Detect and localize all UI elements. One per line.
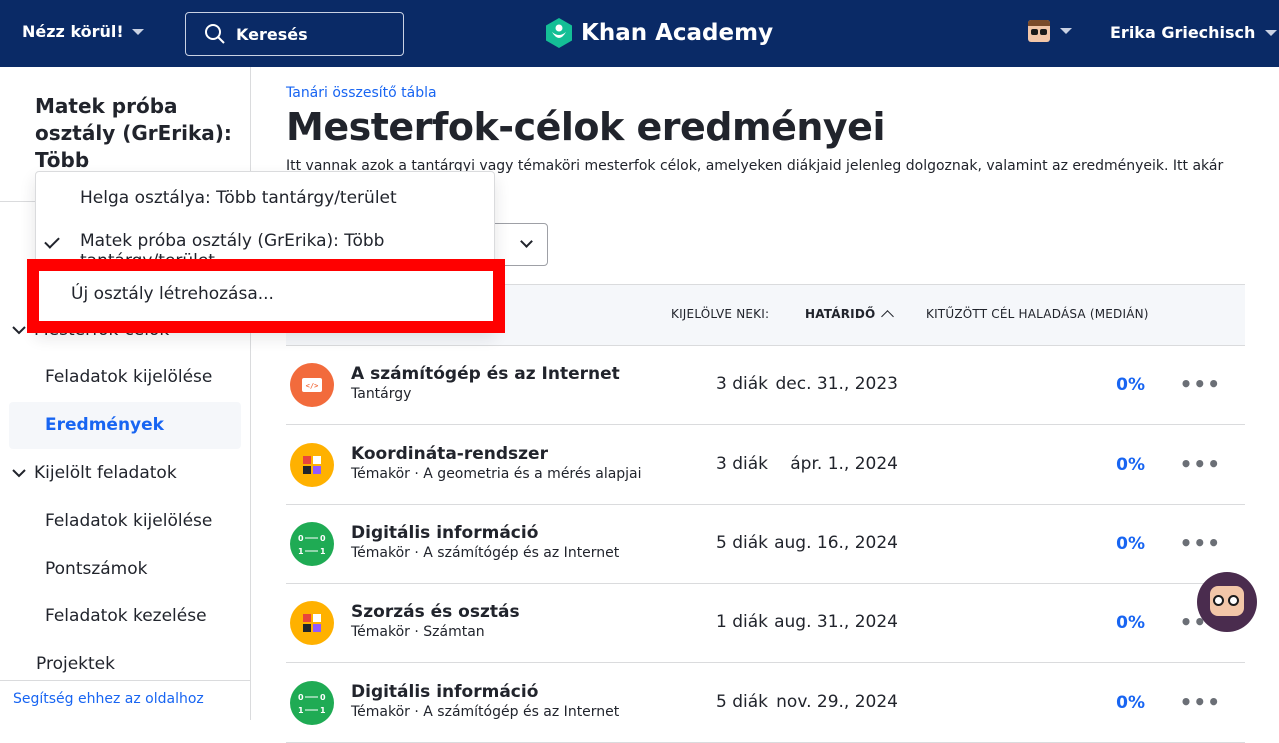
svg-text:</>: </> bbox=[306, 382, 319, 390]
sidebar-item-label: Projektek bbox=[36, 654, 115, 674]
sidebar-item-manage[interactable]: Feladatok kezelése bbox=[45, 606, 207, 626]
more-options-icon[interactable]: ••• bbox=[1180, 452, 1221, 476]
row-due-date: nov. 29., 2024 bbox=[776, 692, 898, 712]
table-row[interactable]: </> A számítógép és az Internet Tantárgy… bbox=[286, 346, 1245, 425]
svg-text:1: 1 bbox=[298, 706, 304, 715]
search-icon bbox=[205, 24, 225, 44]
sidebar-item-results[interactable]: Eredmények bbox=[45, 415, 164, 435]
svg-text:0: 0 bbox=[320, 534, 326, 543]
help-avatar-button[interactable] bbox=[1197, 572, 1257, 632]
row-due-date: dec. 31., 2023 bbox=[775, 374, 898, 394]
sidebar-item-assigned-assign[interactable]: Feladatok kijelölése bbox=[45, 511, 212, 531]
row-due-date: aug. 31., 2024 bbox=[774, 612, 898, 632]
breadcrumb[interactable]: Tanári összesítő tábla bbox=[286, 85, 437, 101]
row-student-count: 3 diák bbox=[716, 454, 768, 474]
avatar bbox=[1028, 20, 1050, 42]
sidebar: Matek próba osztály (GrErika): Több tant… bbox=[0, 67, 251, 720]
column-header-progress: KITŰZÖTT CÉL HALADÁSA (MEDIÁN) bbox=[926, 307, 1149, 321]
row-progress[interactable]: 0% bbox=[1116, 375, 1145, 395]
chevron-down-icon bbox=[131, 28, 144, 35]
binary-icon: 0 0 1 1 bbox=[290, 522, 334, 566]
binary-icon: 0 0 1 1 bbox=[290, 681, 334, 725]
math-operations-icon bbox=[290, 443, 334, 487]
avatar-face-icon bbox=[1210, 586, 1244, 616]
table-row[interactable]: 0 0 1 1 Digitális információ Témakör · A sz… bbox=[286, 664, 1245, 743]
row-student-count: 3 diák bbox=[716, 374, 768, 394]
chevron-down-icon bbox=[520, 235, 533, 248]
row-title[interactable]: Digitális információ bbox=[351, 682, 538, 702]
column-header-label: HATÁRIDŐ bbox=[805, 307, 876, 321]
sidebar-item-scores[interactable]: Pontszámok bbox=[45, 559, 148, 579]
explore-menu[interactable]: Nézz körül! bbox=[22, 22, 144, 41]
row-progress[interactable]: 0% bbox=[1116, 455, 1145, 475]
table-row[interactable]: Szorzás és osztás Témakör · Számtan 1 di… bbox=[286, 584, 1245, 663]
top-navbar: Nézz körül! Keresés Khan Academy Erika G… bbox=[0, 0, 1279, 67]
create-class-option[interactable]: Új osztály létrehozása... bbox=[71, 284, 274, 304]
sidebar-item-label: Eredmények bbox=[45, 415, 164, 435]
user-menu[interactable]: Erika Griechisch bbox=[1110, 23, 1278, 42]
row-title[interactable]: Koordináta-rendszer bbox=[351, 444, 548, 464]
row-due-date: aug. 16., 2024 bbox=[774, 533, 898, 553]
svg-text:1: 1 bbox=[320, 706, 326, 715]
math-operations-icon bbox=[290, 601, 334, 645]
more-options-icon[interactable]: ••• bbox=[1180, 690, 1221, 714]
user-name: Erika Griechisch bbox=[1110, 23, 1256, 42]
khan-logo-icon bbox=[546, 18, 572, 48]
row-subtitle: Tantárgy bbox=[351, 386, 412, 402]
row-title[interactable]: Digitális információ bbox=[351, 523, 538, 543]
sidebar-item-mastery-assign[interactable]: Feladatok kijelölése bbox=[45, 367, 212, 387]
chevron-down-icon bbox=[12, 325, 26, 334]
row-subtitle: Témakör · Számtan bbox=[351, 624, 485, 640]
row-title[interactable]: A számítógép és az Internet bbox=[351, 364, 620, 384]
row-student-count: 5 diák bbox=[716, 533, 768, 553]
chevron-down-icon bbox=[1265, 29, 1278, 36]
table-row[interactable]: Koordináta-rendszer Témakör · A geometri… bbox=[286, 426, 1245, 505]
logo-text: Khan Academy bbox=[581, 20, 774, 46]
chevron-down-icon bbox=[12, 468, 26, 477]
sidebar-item-label: Feladatok kijelölése bbox=[45, 511, 213, 531]
row-progress[interactable]: 0% bbox=[1116, 534, 1145, 554]
row-subtitle: Témakör · A geometria és a mérés alapjai bbox=[351, 466, 642, 482]
khan-academy-logo[interactable]: Khan Academy bbox=[545, 18, 773, 48]
chevron-down-icon bbox=[1060, 28, 1072, 34]
column-header-assigned: KIJELÖLVE NEKI: bbox=[671, 307, 770, 321]
avatar-menu[interactable] bbox=[1028, 20, 1072, 42]
sidebar-section-assigned[interactable]: Kijelölt feladatok bbox=[12, 463, 177, 483]
column-header-due[interactable]: HATÁRIDŐ bbox=[805, 307, 895, 323]
sidebar-section-label: Kijelölt feladatok bbox=[34, 463, 177, 483]
svg-text:1: 1 bbox=[320, 547, 326, 556]
more-options-icon[interactable]: ••• bbox=[1180, 372, 1221, 396]
svg-text:0: 0 bbox=[320, 693, 326, 702]
dropdown-item-helga-class[interactable]: Helga osztálya: Több tantárgy/terület bbox=[80, 188, 397, 208]
more-options-icon[interactable]: ••• bbox=[1180, 531, 1221, 555]
help-link[interactable]: Segítség ehhez az oldalhoz bbox=[0, 680, 250, 717]
checkmark-icon bbox=[44, 233, 60, 249]
row-progress[interactable]: 0% bbox=[1116, 613, 1145, 633]
table-row[interactable]: 0 0 1 1 Digitális információ Témakör · A sz… bbox=[286, 505, 1245, 584]
row-student-count: 1 diák bbox=[716, 612, 768, 632]
search-placeholder: Keresés bbox=[236, 24, 308, 44]
sidebar-item-label: Feladatok kijelölése bbox=[45, 367, 213, 387]
row-due-date: ápr. 1., 2024 bbox=[790, 454, 898, 474]
sort-ascending-icon bbox=[881, 310, 895, 323]
computer-code-icon: </> bbox=[290, 363, 334, 407]
row-title[interactable]: Szorzás és osztás bbox=[351, 602, 520, 622]
page-title: Mesterfok-célok eredményei bbox=[286, 105, 885, 149]
explore-label: Nézz körül! bbox=[22, 22, 124, 41]
row-subtitle: Témakör · A számítógép és az Internet bbox=[351, 545, 620, 561]
sidebar-item-label: Pontszámok bbox=[45, 559, 148, 579]
row-progress[interactable]: 0% bbox=[1116, 693, 1145, 713]
svg-text:0: 0 bbox=[298, 693, 304, 702]
svg-text:1: 1 bbox=[298, 547, 304, 556]
row-subtitle: Témakör · A számítógép és az Internet bbox=[351, 704, 620, 720]
search-input[interactable]: Keresés bbox=[185, 12, 404, 56]
sidebar-item-label: Feladatok kezelése bbox=[45, 606, 207, 626]
row-student-count: 5 diák bbox=[716, 692, 768, 712]
svg-text:0: 0 bbox=[298, 534, 304, 543]
sidebar-item-projects[interactable]: Projektek bbox=[36, 654, 115, 674]
